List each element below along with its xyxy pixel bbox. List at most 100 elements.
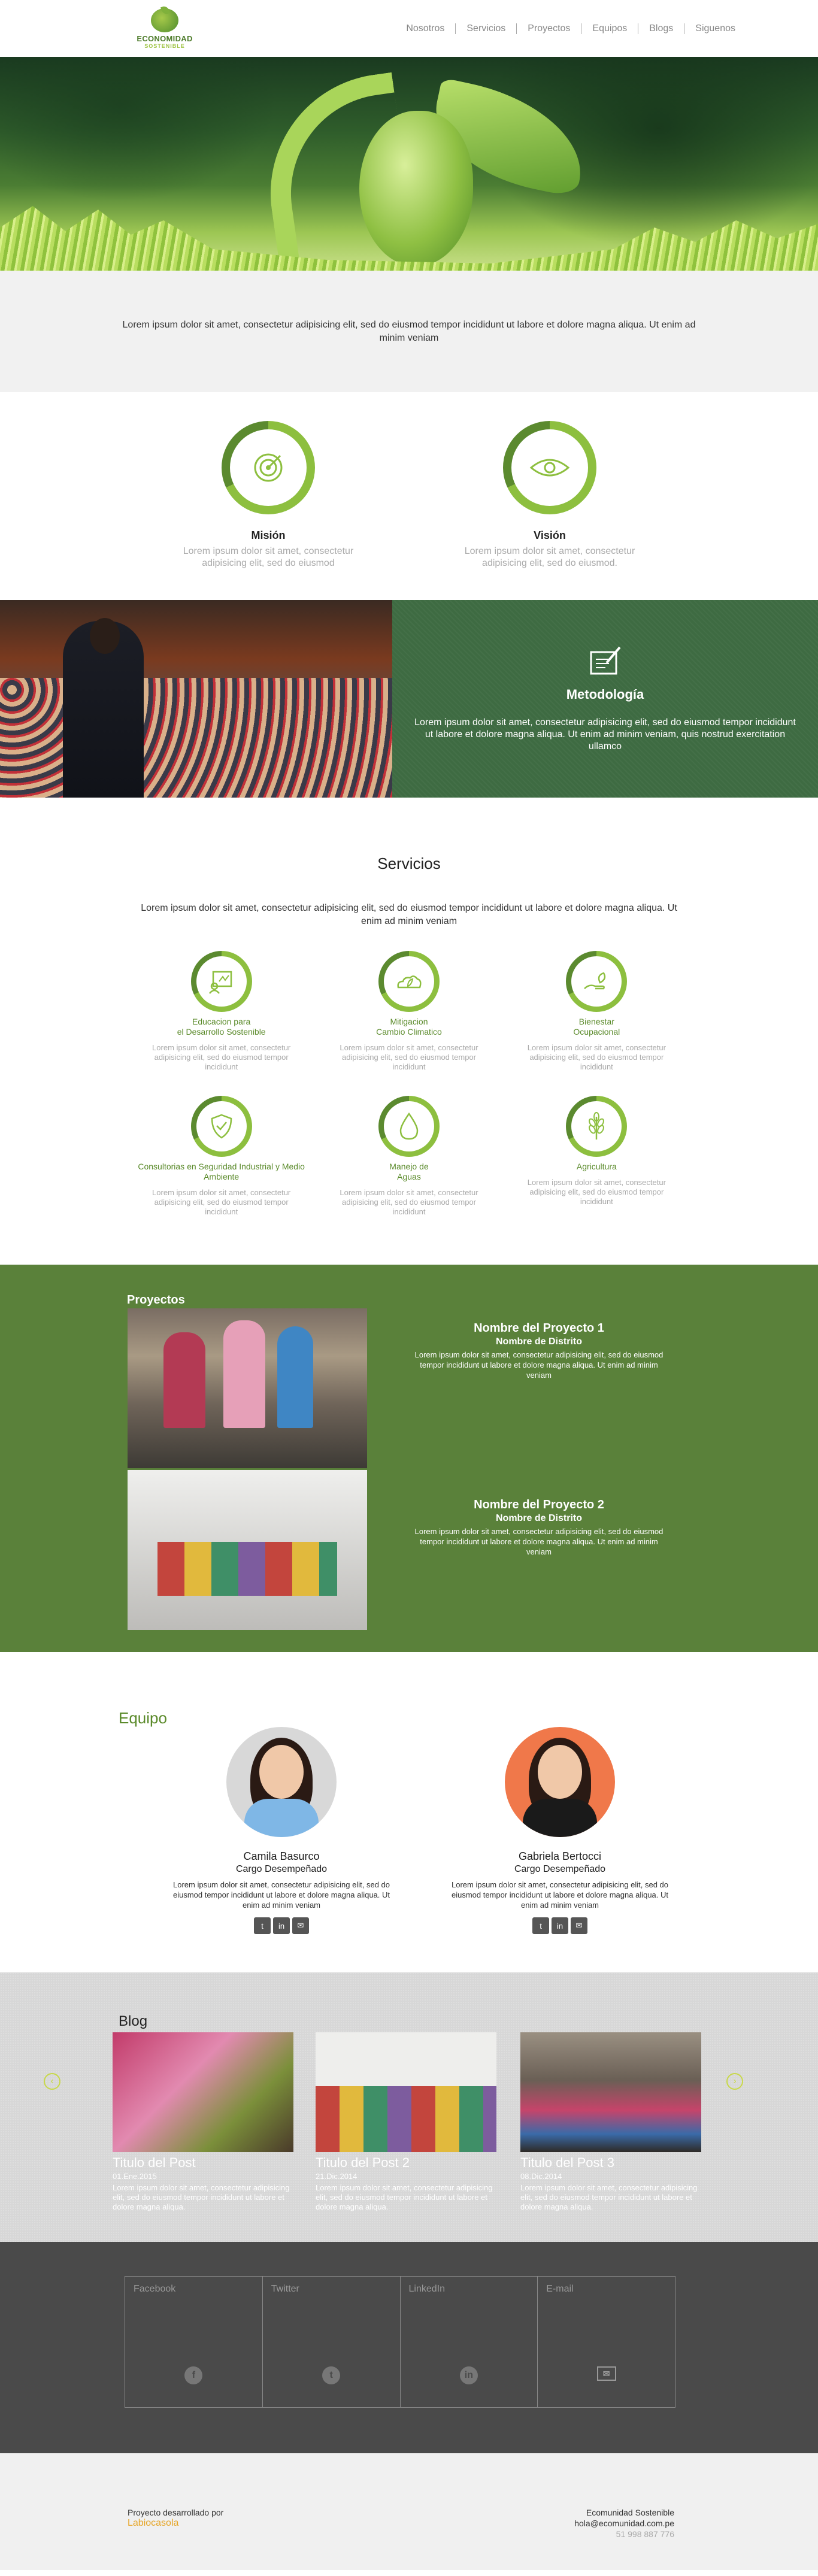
mission-ring [222, 421, 315, 514]
service-name: Manejo de Aguas [389, 1162, 429, 1181]
email-icon[interactable]: ✉ [571, 1917, 587, 1934]
site-header: ECONOMIDAD SOSTENIBLE Nosotros Servicios… [0, 0, 818, 57]
post-title[interactable]: Titulo del Post 3 [520, 2155, 701, 2171]
main-nav: Nosotros Servicios Proyectos Equipos Blo… [395, 23, 746, 34]
conference-photo [0, 600, 392, 798]
methodology-text: Lorem ipsum dolor sit amet, consectetur … [414, 717, 796, 751]
blog-prev-arrow[interactable]: ‹ [44, 2073, 60, 2090]
org-contact-block: Ecomunidad Sostenible hola@ecomunidad.co… [574, 2507, 674, 2539]
service-text: Lorem ipsum dolor sit amet, consectetur … [340, 1043, 478, 1071]
post-excerpt: Lorem ipsum dolor sit amet, consectetur … [520, 2183, 698, 2211]
envelope-icon[interactable]: ✉ [596, 2366, 616, 2381]
service-text: Lorem ipsum dolor sit amet, consectetur … [527, 1043, 666, 1071]
service-item[interactable]: Bienestar Ocupacional Lorem ipsum dolor … [503, 951, 690, 1072]
service-name: Bienestar Ocupacional [573, 1017, 620, 1037]
blog-title: Blog [119, 2013, 148, 2029]
linkedin-cell[interactable]: LinkedIn in [401, 2277, 538, 2407]
email-icon[interactable]: ✉ [292, 1917, 309, 1934]
service-name: Agricultura [576, 1162, 617, 1171]
post-date: 08.Dic.2014 [520, 2172, 562, 2181]
vision-ring [503, 421, 596, 514]
post-title[interactable]: Titulo del Post 2 [316, 2155, 496, 2171]
project-2-photo[interactable] [128, 1470, 367, 1630]
email-label: E-mail [546, 2284, 574, 2294]
nav-item-equipos[interactable]: Equipos [581, 23, 639, 34]
blog-section: Blog ‹ › Titulo del Post 01.Ene.2015 Lor… [0, 1972, 818, 2242]
linkedin-icon[interactable]: in [552, 1917, 568, 1934]
vision-title: Visión [534, 529, 566, 541]
team-member: Gabriela Bertocci Cargo Desempeñado Lore… [446, 1727, 674, 1934]
climate-icon [397, 975, 422, 989]
blog-post[interactable]: Titulo del Post 01.Ene.2015 Lorem ipsum … [113, 2032, 293, 2212]
facebook-icon[interactable]: f [184, 2366, 203, 2384]
linkedin-icon[interactable]: in [273, 1917, 290, 1934]
credit-brand-link[interactable]: Labiocasola [128, 2518, 223, 2529]
email-cell[interactable]: E-mail ✉ [538, 2277, 675, 2407]
org-phone: 51 998 887 776 [616, 2529, 674, 2539]
blog-next-arrow[interactable]: › [726, 2073, 743, 2090]
org-email[interactable]: hola@ecomunidad.com.pe [574, 2518, 674, 2529]
facebook-label: Facebook [134, 2284, 176, 2294]
globe-leaf-icon [151, 8, 178, 32]
methodology-section: Metodología Lorem ipsum dolor sit amet, … [0, 600, 818, 798]
member-bio: Lorem ipsum dolor sit amet, consectetur … [451, 1880, 669, 1910]
blog-post[interactable]: Titulo del Post 2 21.Dic.2014 Lorem ipsu… [316, 2032, 496, 2212]
linkedin-icon[interactable]: in [459, 2366, 478, 2384]
member-bio: Lorem ipsum dolor sit amet, consectetur … [172, 1880, 390, 1910]
post-date: 01.Ene.2015 [113, 2172, 157, 2181]
facebook-cell[interactable]: Facebook f [125, 2277, 263, 2407]
credit-block: Proyecto desarrollado por Labiocasola [128, 2507, 223, 2529]
project-district: Nombre de Distrito [495, 1337, 582, 1347]
contact-section: Facebook f Twitter t LinkedIn in E-mail … [0, 2242, 818, 2453]
logo-line2: SOSTENIBLE [144, 43, 185, 49]
shield-icon [211, 1114, 232, 1139]
team-member: Camila Basurco Cargo Desempeñado Lorem i… [168, 1727, 395, 1934]
project-name[interactable]: Nombre del Proyecto 2 [407, 1498, 671, 1512]
service-text: Lorem ipsum dolor sit amet, consectetur … [340, 1188, 478, 1216]
avatar [505, 1727, 615, 1837]
post-image[interactable] [113, 2032, 293, 2152]
blog-post[interactable]: Titulo del Post 3 08.Dic.2014 Lorem ipsu… [520, 2032, 701, 2212]
contact-grid: Facebook f Twitter t LinkedIn in E-mail … [125, 2276, 675, 2408]
logo[interactable]: ECONOMIDAD SOSTENIBLE [137, 8, 193, 49]
wheat-icon [589, 1112, 605, 1139]
project-text: Lorem ipsum dolor sit amet, consectetur … [414, 1527, 664, 1556]
nav-item-proyectos[interactable]: Proyectos [517, 23, 582, 34]
member-social: t in ✉ [168, 1917, 395, 1934]
twitter-icon[interactable]: t [532, 1917, 549, 1934]
post-excerpt: Lorem ipsum dolor sit amet, consectetur … [316, 2183, 493, 2211]
projects-section: Proyectos Nombre del Proyecto 1 Nombre d… [0, 1265, 818, 1652]
target-icon [254, 453, 283, 482]
service-item[interactable]: Manejo de Aguas Lorem ipsum dolor sit am… [315, 1096, 502, 1217]
nav-item-servicios[interactable]: Servicios [456, 23, 517, 34]
team-section: Equipo Camila Basurco Cargo Desempeñado … [0, 1652, 818, 1972]
mission-vision-section: Misión Lorem ipsum dolor sit amet, conse… [0, 392, 818, 600]
twitter-icon[interactable]: t [322, 2366, 341, 2384]
twitter-label: Twitter [271, 2284, 299, 2294]
member-social: t in ✉ [446, 1917, 674, 1934]
nav-item-blogs[interactable]: Blogs [638, 23, 685, 34]
post-title[interactable]: Titulo del Post [113, 2155, 293, 2171]
post-image[interactable] [316, 2032, 496, 2152]
service-name: Mitigacion Cambio Climatico [376, 1017, 442, 1037]
nav-item-siguenos[interactable]: Siguenos [684, 23, 746, 34]
projects-title: Proyectos [127, 1293, 185, 1307]
member-role: Cargo Desempeñado [235, 1864, 328, 1874]
post-image[interactable] [520, 2032, 701, 2152]
service-item[interactable]: Consultorias en Seguridad Industrial y M… [128, 1096, 315, 1217]
services-title: Servicios [377, 854, 441, 872]
service-item[interactable]: Educacion para el Desarrollo Sostenible … [128, 951, 315, 1072]
twitter-cell[interactable]: Twitter t [263, 2277, 401, 2407]
project-name[interactable]: Nombre del Proyecto 1 [407, 1322, 671, 1335]
service-item[interactable]: Agricultura Lorem ipsum dolor sit amet, … [503, 1096, 690, 1217]
project-district: Nombre de Distrito [495, 1513, 582, 1523]
project-1-photo[interactable] [128, 1308, 367, 1468]
nav-item-nosotros[interactable]: Nosotros [395, 23, 456, 34]
service-item[interactable]: Mitigacion Cambio Climatico Lorem ipsum … [315, 951, 502, 1072]
logo-line1: ECONOMIDAD [137, 34, 193, 43]
service-text: Lorem ipsum dolor sit amet, consectetur … [527, 1178, 666, 1206]
education-icon [208, 971, 232, 994]
twitter-icon[interactable]: t [254, 1917, 271, 1934]
service-name: Educacion para el Desarrollo Sostenible [177, 1017, 266, 1037]
member-name: Gabriela Bertocci [518, 1850, 602, 1862]
